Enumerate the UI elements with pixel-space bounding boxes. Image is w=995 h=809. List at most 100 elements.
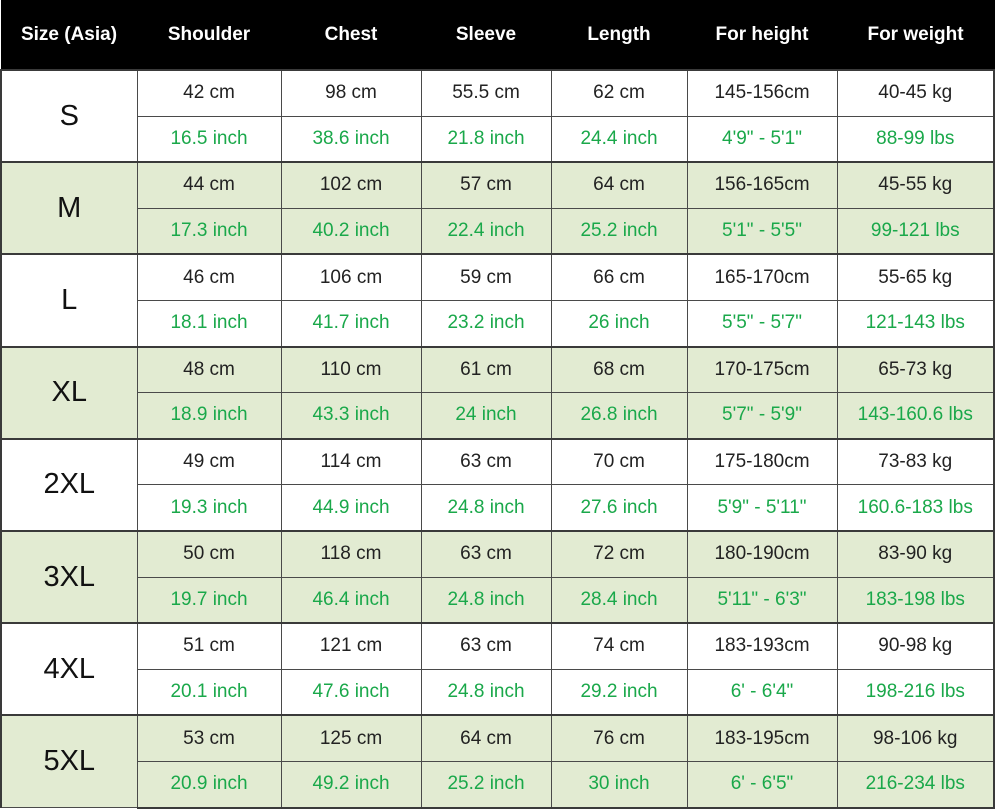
cell-l-for-weight-metric: 55-65 kg — [836, 253, 995, 301]
cell-5xl-for-weight-metric: 98-106 kg — [836, 714, 995, 762]
table-row-xl-metric: XL 48 cm 110 cm 61 cm 68 cm 170-175cm 65-73 kg — [0, 345, 995, 440]
cell-s-for-height-metric: 145-156cm — [686, 68, 838, 117]
cell-l-chest-imperial: 41.7 inch — [280, 299, 422, 348]
cell-2xl-chest-imperial: 44.9 inch — [280, 484, 422, 532]
cell-5xl-length-imperial: 30 inch — [550, 760, 688, 809]
table-row-l-imperial: 18.1 inch 41.7 inch 23.2 inch 26 inch 5'5" -… — [1, 299, 995, 348]
cell-4xl-length-metric: 74 cm — [550, 622, 688, 670]
cell-xl-length-metric: 68 cm — [550, 345, 688, 394]
cell-xl-sleeve-imperial: 24 inch — [420, 392, 552, 440]
cell-4xl-shoulder-metric: 51 cm — [136, 622, 282, 670]
cell-s-shoulder-metric: 42 cm — [136, 68, 282, 117]
table-row-5xl-imperial: 20.9 inch 49.2 inch 25.2 inch 30 inch 6' - 6… — [1, 760, 995, 809]
cell-m-for-weight-imperial: 99-121 lbs — [836, 207, 995, 255]
cell-4xl-for-weight-imperial: 198-216 lbs — [836, 668, 995, 716]
cell-4xl-for-weight-metric: 90-98 kg — [836, 622, 995, 670]
cell-xl-shoulder-imperial: 18.9 inch — [136, 392, 282, 440]
cell-m-for-height-imperial: 5'1" - 5'5" — [686, 207, 838, 255]
cell-3xl-shoulder-imperial: 19.7 inch — [136, 576, 282, 624]
cell-m-length-imperial: 25.2 inch — [550, 207, 688, 255]
cell-l-shoulder-metric: 46 cm — [136, 253, 282, 301]
cell-s-length-imperial: 24.4 inch — [550, 115, 688, 163]
cell-l-chest-metric: 106 cm — [280, 253, 422, 301]
cell-l-for-weight-imperial: 121-143 lbs — [836, 299, 995, 348]
cell-3xl-for-height-metric: 180-190cm — [686, 529, 838, 578]
cell-5xl-sleeve-imperial: 25.2 inch — [420, 760, 552, 809]
cell-2xl-shoulder-imperial: 19.3 inch — [136, 484, 282, 532]
cell-4xl-length-imperial: 29.2 inch — [550, 668, 688, 716]
header-shoulder: Shoulder — [136, 0, 282, 71]
cell-3xl-chest-metric: 118 cm — [280, 529, 422, 578]
cell-l-length-metric: 66 cm — [550, 253, 688, 301]
cell-3xl-sleeve-imperial: 24.8 inch — [420, 576, 552, 624]
size-label-3xl: 3XL — [0, 529, 138, 624]
header-chest: Chest — [280, 0, 422, 71]
cell-2xl-length-metric: 70 cm — [550, 437, 688, 486]
size-label-s: S — [0, 68, 138, 163]
cell-xl-sleeve-metric: 61 cm — [420, 345, 552, 394]
cell-xl-for-height-imperial: 5'7" - 5'9" — [686, 392, 838, 440]
header-length: Length — [550, 0, 688, 71]
header-sleeve: Sleeve — [420, 0, 552, 71]
cell-2xl-length-imperial: 27.6 inch — [550, 484, 688, 532]
cell-s-length-metric: 62 cm — [550, 68, 688, 117]
cell-xl-chest-imperial: 43.3 inch — [280, 392, 422, 440]
cell-xl-for-weight-metric: 65-73 kg — [836, 345, 995, 394]
cell-s-for-weight-imperial: 88-99 lbs — [836, 115, 995, 163]
cell-l-for-height-metric: 165-170cm — [686, 253, 838, 301]
cell-s-sleeve-metric: 55.5 cm — [420, 68, 552, 117]
cell-l-sleeve-metric: 59 cm — [420, 253, 552, 301]
size-label-5xl: 5XL — [0, 714, 138, 809]
cell-2xl-for-height-metric: 175-180cm — [686, 437, 838, 486]
cell-4xl-for-height-imperial: 6' - 6'4" — [686, 668, 838, 716]
table-row-xl-imperial: 18.9 inch 43.3 inch 24 inch 26.8 inch 5'7" -… — [1, 392, 995, 440]
cell-3xl-for-weight-metric: 83-90 kg — [836, 529, 995, 578]
cell-5xl-for-weight-imperial: 216-234 lbs — [836, 760, 995, 809]
cell-m-sleeve-metric: 57 cm — [420, 161, 552, 209]
table-row-3xl-imperial: 19.7 inch 46.4 inch 24.8 inch 28.4 inch 5'11… — [1, 576, 995, 624]
cell-xl-for-weight-imperial: 143-160.6 lbs — [836, 392, 995, 440]
cell-2xl-for-weight-metric: 73-83 kg — [836, 437, 995, 486]
size-label-4xl: 4XL — [0, 622, 138, 716]
cell-5xl-shoulder-imperial: 20.9 inch — [136, 760, 282, 809]
cell-3xl-for-weight-imperial: 183-198 lbs — [836, 576, 995, 624]
cell-5xl-for-height-imperial: 6' - 6'5" — [686, 760, 838, 809]
cell-s-chest-imperial: 38.6 inch — [280, 115, 422, 163]
cell-3xl-length-metric: 72 cm — [550, 529, 688, 578]
table-row-5xl-metric: 5XL 53 cm 125 cm 64 cm 76 cm 183-195cm 98-106 … — [0, 714, 995, 809]
table-row-4xl-metric: 4XL 51 cm 121 cm 63 cm 74 cm 183-193cm 90-98 k… — [0, 622, 995, 716]
cell-4xl-sleeve-imperial: 24.8 inch — [420, 668, 552, 716]
table-row-s-metric: S 42 cm 98 cm 55.5 cm 62 cm 145-156cm 40-45 kg — [0, 68, 995, 163]
cell-4xl-for-height-metric: 183-193cm — [686, 622, 838, 670]
cell-xl-length-imperial: 26.8 inch — [550, 392, 688, 440]
cell-5xl-sleeve-metric: 64 cm — [420, 714, 552, 762]
cell-m-for-height-metric: 156-165cm — [686, 161, 838, 209]
table-row-l-metric: L 46 cm 106 cm 59 cm 66 cm 165-170cm 55-65 kg — [0, 253, 995, 348]
cell-m-shoulder-metric: 44 cm — [136, 161, 282, 209]
cell-5xl-length-metric: 76 cm — [550, 714, 688, 762]
table-row-s-imperial: 16.5 inch 38.6 inch 21.8 inch 24.4 inch 4'9"… — [1, 115, 995, 163]
cell-2xl-sleeve-metric: 63 cm — [420, 437, 552, 486]
cell-3xl-length-imperial: 28.4 inch — [550, 576, 688, 624]
cell-2xl-chest-metric: 114 cm — [280, 437, 422, 486]
cell-s-chest-metric: 98 cm — [280, 68, 422, 117]
header-row: Size (Asia) Shoulder Chest Sleeve Length For … — [0, 0, 995, 71]
table-row-m-metric: M 44 cm 102 cm 57 cm 64 cm 156-165cm 45-55 kg — [0, 161, 995, 255]
cell-5xl-for-height-metric: 183-195cm — [686, 714, 838, 762]
size-label-m: M — [0, 161, 138, 255]
size-chart-table: Size (Asia) Shoulder Chest Sleeve Length For … — [0, 0, 995, 809]
cell-2xl-for-weight-imperial: 160.6-183 lbs — [836, 484, 995, 532]
cell-s-sleeve-imperial: 21.8 inch — [420, 115, 552, 163]
cell-5xl-chest-metric: 125 cm — [280, 714, 422, 762]
cell-3xl-for-height-imperial: 5'11" - 6'3" — [686, 576, 838, 624]
cell-m-sleeve-imperial: 22.4 inch — [420, 207, 552, 255]
table-row-4xl-imperial: 20.1 inch 47.6 inch 24.8 inch 29.2 inch 6' -… — [1, 668, 995, 716]
cell-2xl-sleeve-imperial: 24.8 inch — [420, 484, 552, 532]
cell-2xl-for-height-imperial: 5'9" - 5'11" — [686, 484, 838, 532]
cell-3xl-shoulder-metric: 50 cm — [136, 529, 282, 578]
cell-l-shoulder-imperial: 18.1 inch — [136, 299, 282, 348]
cell-m-for-weight-metric: 45-55 kg — [836, 161, 995, 209]
cell-l-length-imperial: 26 inch — [550, 299, 688, 348]
cell-l-for-height-imperial: 5'5" - 5'7" — [686, 299, 838, 348]
cell-4xl-chest-imperial: 47.6 inch — [280, 668, 422, 716]
